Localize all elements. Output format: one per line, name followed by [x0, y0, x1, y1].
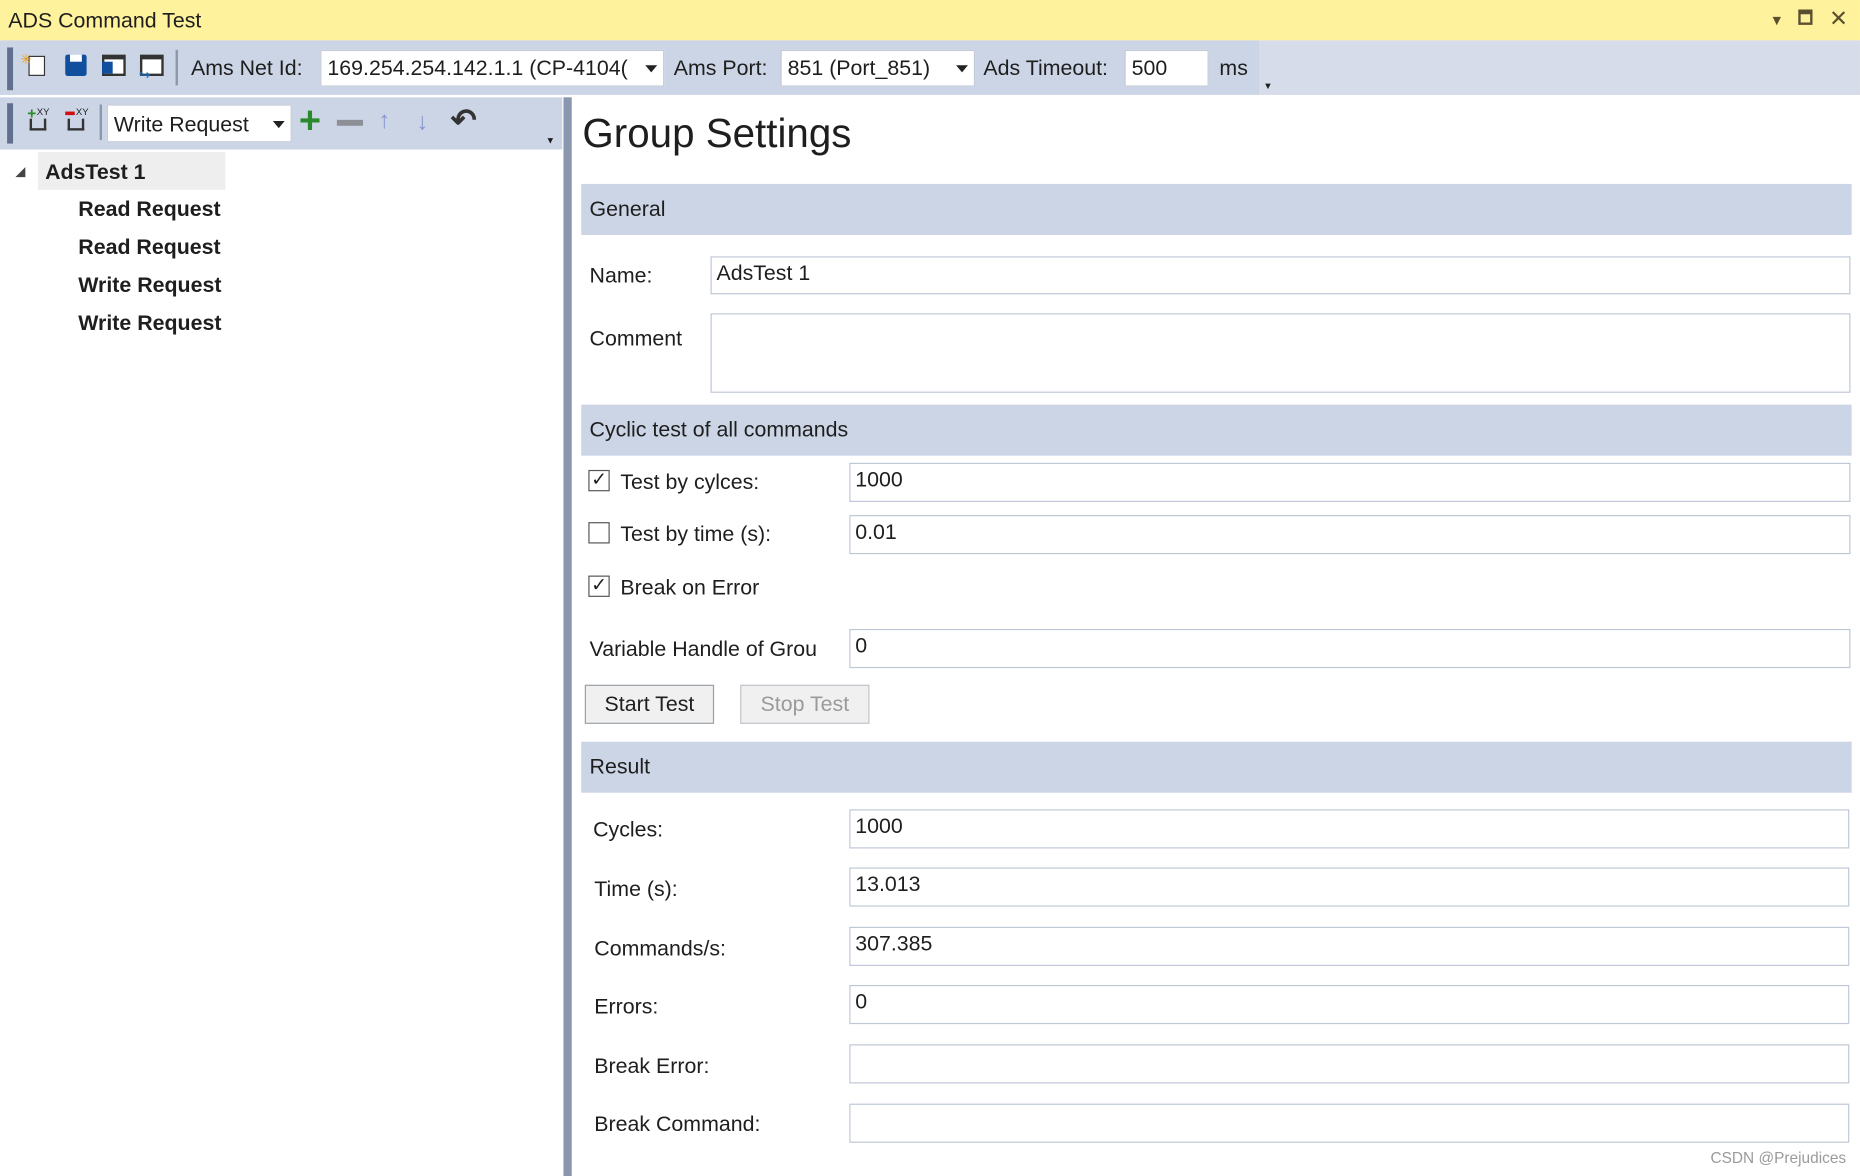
name-input[interactable]: AdsTest 1 [710, 256, 1851, 295]
break-on-error-checkbox[interactable]: ✓ [588, 575, 610, 597]
ads-command-test-window: ADS Command Test ▼ ✕ ✳ ↪ Ams Net Id: 169… [0, 0, 1860, 1176]
tree-node-child[interactable]: Read Request [78, 197, 220, 222]
result-label-commands-per-s: Commands/s: [594, 936, 727, 961]
title-bar: ADS Command Test ▼ ✕ [0, 0, 1860, 41]
section-header: General [589, 196, 666, 221]
result-label-time: Time (s): [594, 876, 678, 901]
break-on-error-label: Break on Error [620, 575, 760, 600]
test-by-cycles-label: Test by cylces: [620, 469, 760, 494]
command-tree: ◢ AdsTest 1 Read Request Read Request Wr… [0, 150, 562, 1176]
test-by-time-input[interactable]: 0.01 [849, 515, 1851, 555]
chevron-down-icon[interactable] [272, 121, 285, 129]
toolbar-grip[interactable] [7, 47, 14, 91]
main-toolbar: ✳ ↪ Ams Net Id: 169.254.254.142.1.1 (CP-… [0, 40, 1260, 95]
result-label-break-error: Break Error: [594, 1053, 710, 1078]
variable-handle-label: Variable Handle of Grou [589, 637, 818, 661]
undo-icon[interactable]: ↶ [451, 102, 477, 139]
tree-node-child[interactable]: Read Request [78, 235, 220, 260]
ads-timeout-unit: ms [1219, 55, 1248, 80]
page-title: Group Settings [582, 111, 852, 157]
result-value-cycles: 1000 [849, 809, 1850, 849]
result-label-errors: Errors: [594, 994, 659, 1019]
name-label: Name: [589, 263, 653, 288]
test-by-cycles-input[interactable]: 1000 [849, 462, 1851, 502]
result-label-cycles: Cycles: [593, 817, 664, 842]
result-label-break-command: Break Command: [594, 1111, 761, 1136]
ads-timeout-label: Ads Timeout: [983, 55, 1108, 80]
toolbar-overflow-area: ▼ [1259, 40, 1860, 95]
tree-toolbar: + XY XY Write Request + ↑ ↓ ↶ ▼ [0, 97, 563, 150]
expand-collapse-icon[interactable]: ◢ [15, 164, 25, 179]
close-icon[interactable]: ✕ [1829, 6, 1848, 33]
add-command-icon[interactable]: + [299, 98, 321, 141]
toolbar-separator [175, 49, 178, 86]
window-title: ADS Command Test [8, 8, 202, 33]
section-header: Cyclic test of all commands [589, 417, 849, 442]
ams-net-id-label: Ams Net Id: [190, 55, 303, 80]
panel-splitter[interactable] [563, 97, 572, 1176]
section-header: Result [589, 754, 651, 779]
start-test-button[interactable]: Start Test [584, 684, 715, 724]
ams-net-id-value: 169.254.254.142.1.1 (CP-4104( [327, 55, 628, 80]
section-cyclic-test: Cyclic test of all commands [581, 404, 1852, 456]
watermark: CSDN @Prejudices [1710, 1148, 1847, 1167]
variable-handle-input[interactable]: 0 [849, 628, 1851, 669]
result-value-commands-per-s: 307.385 [849, 926, 1850, 966]
section-result: Result [581, 741, 1852, 793]
result-value-break-error [849, 1044, 1850, 1084]
test-by-time-checkbox[interactable] [588, 522, 610, 544]
save-icon[interactable] [65, 54, 87, 76]
ads-timeout-input[interactable]: 500 [1124, 49, 1209, 87]
tree-node-child[interactable]: Write Request [78, 311, 221, 336]
ams-port-value: 851 (Port_851) [787, 55, 931, 80]
toolbar-grip[interactable] [7, 103, 14, 144]
result-value-time: 13.013 [849, 867, 1850, 907]
section-general: General [581, 183, 1852, 235]
tree-node-child[interactable]: Write Request [78, 273, 221, 298]
chevron-down-icon[interactable] [645, 65, 658, 73]
save-as-icon[interactable] [102, 54, 126, 76]
command-type-value: Write Request [113, 112, 249, 137]
test-by-cycles-checkbox[interactable]: ✓ [588, 469, 610, 492]
toolbar-separator [99, 104, 103, 141]
ams-net-id-dropdown[interactable]: 169.254.254.142.1.1 (CP-4104( [320, 49, 665, 87]
remove-group-icon[interactable]: XY [65, 107, 89, 133]
result-value-break-command [849, 1103, 1850, 1143]
comment-label: Comment [589, 326, 683, 351]
open-icon[interactable]: ↪ [139, 54, 164, 83]
remove-command-icon[interactable] [336, 119, 363, 126]
maximize-icon[interactable] [1798, 9, 1813, 25]
dropdown-icon[interactable]: ▼ [1770, 12, 1784, 29]
test-by-time-label: Test by time (s): [620, 522, 772, 546]
result-value-errors: 0 [849, 984, 1850, 1025]
ams-port-dropdown[interactable]: 851 (Port_851) [780, 49, 976, 87]
ams-port-label: Ams Port: [673, 55, 768, 80]
tree-node-root[interactable]: AdsTest 1 [37, 151, 226, 190]
comment-input[interactable] [710, 313, 1851, 393]
toolbar-overflow-icon[interactable]: ▼ [1263, 81, 1272, 92]
move-up-icon[interactable]: ↑ [378, 108, 390, 135]
move-down-icon[interactable]: ↓ [416, 109, 428, 136]
stop-test-button[interactable]: Stop Test [740, 684, 870, 724]
add-group-icon[interactable]: + XY [27, 104, 49, 133]
tree-node-label: AdsTest 1 [45, 160, 146, 184]
chevron-down-icon[interactable] [956, 65, 968, 73]
new-icon[interactable]: ✳ [20, 51, 46, 76]
toolbar-overflow-icon[interactable]: ▼ [546, 135, 555, 146]
command-type-dropdown[interactable]: Write Request [106, 104, 292, 143]
